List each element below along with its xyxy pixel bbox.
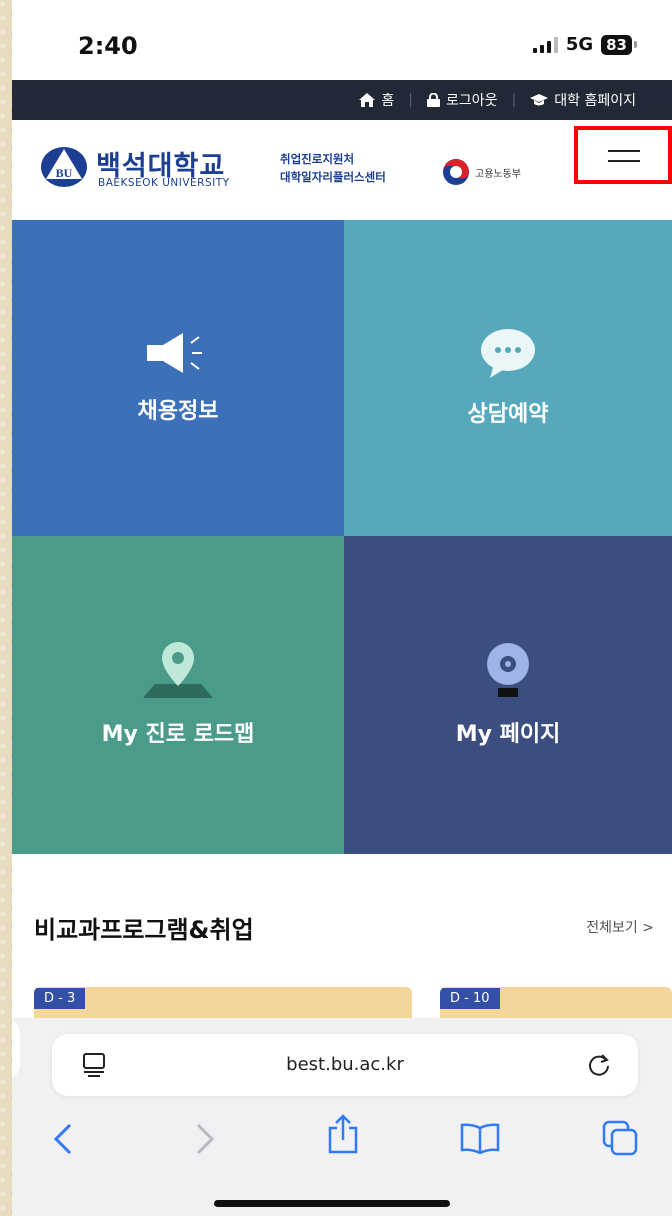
url-text: best.bu.ac.kr — [286, 1054, 404, 1075]
nav-divider: | — [511, 92, 517, 108]
megaphone-icon — [147, 333, 202, 373]
status-time: 2:40 — [78, 32, 138, 60]
home-indicator[interactable] — [214, 1200, 450, 1207]
tile-counseling-label: 상담예약 — [467, 402, 549, 427]
tile-career-roadmap[interactable]: My 진로 로드맵 — [12, 536, 344, 854]
center-name-line1: 취업진로지원처 — [280, 152, 355, 166]
dday-badge: D - 10 — [440, 988, 500, 1009]
lightbulb-gear-icon — [487, 643, 529, 697]
univ-home-link-label: 대학 홈페이지 — [554, 93, 636, 109]
browser-toolbar: best.bu.ac.kr — [12, 1018, 672, 1216]
center-name-line2: 대학일자리플러스센터 — [280, 170, 386, 184]
address-bar[interactable]: best.bu.ac.kr — [52, 1034, 638, 1096]
main-tiles: 채용정보 상담예약 My 진로 로드맵 My 페이지 — [12, 220, 672, 854]
graduation-cap-icon — [530, 93, 549, 105]
tabs-icon[interactable] — [602, 1120, 638, 1156]
site-header: BU 백석대학교 BAEKSEOK UNIVERSITY 취업진로지원처 대학일… — [12, 120, 672, 220]
status-indicators: 5G 83 — [532, 34, 637, 55]
tile-counseling[interactable]: 상담예약 — [344, 220, 672, 536]
map-pin-icon — [143, 642, 213, 698]
bookmarks-icon[interactable] — [460, 1122, 500, 1154]
battery-icon: 83 — [601, 34, 637, 55]
chat-bubble-icon — [481, 329, 535, 378]
univ-home-link[interactable]: 대학 홈페이지 — [530, 90, 636, 110]
utility-nav: 홈 | 로그아웃 | 대학 홈페이지 — [12, 80, 672, 120]
home-link[interactable]: 홈 — [359, 90, 394, 110]
ministry-logo: 고용노동부 — [442, 158, 521, 186]
tile-my-page[interactable]: My 페이지 — [344, 536, 672, 854]
taegeuk-icon — [443, 159, 469, 185]
status-bar: 2:40 5G 83 — [12, 0, 672, 80]
phone-screen: 2:40 5G 83 홈 | 로그아웃 | 대학 홈페이지 BU 백석대학교 B… — [12, 0, 672, 1216]
logout-link-label: 로그아웃 — [446, 93, 498, 109]
network-type: 5G — [565, 34, 594, 55]
reload-icon[interactable] — [586, 1052, 612, 1078]
center-name: 취업진로지원처 대학일자리플러스센터 — [280, 150, 386, 186]
tile-job-info-label: 채용정보 — [137, 399, 219, 424]
share-icon[interactable] — [326, 1114, 360, 1154]
section-title: 비교과프로그램&취업 — [34, 916, 254, 944]
tile-job-info[interactable]: 채용정보 — [12, 220, 344, 536]
logout-link[interactable]: 로그아웃 — [427, 90, 498, 110]
hamburger-menu-button[interactable] — [574, 126, 672, 184]
previous-tab-edge[interactable] — [12, 1018, 20, 1080]
home-icon — [359, 93, 376, 107]
menu-line — [608, 160, 640, 162]
back-arrow-icon[interactable] — [50, 1122, 76, 1156]
ministry-name: 고용노동부 — [475, 168, 521, 180]
nav-divider: | — [408, 92, 414, 108]
university-logo-icon[interactable]: BU — [40, 146, 88, 188]
dday-badge: D - 3 — [34, 988, 86, 1009]
logo-english: BAEKSEOK UNIVERSITY — [98, 177, 230, 189]
forward-arrow-icon[interactable] — [192, 1122, 218, 1156]
logo-badge-text: BU — [56, 166, 73, 180]
home-link-label: 홈 — [381, 93, 395, 109]
lock-icon — [427, 93, 441, 107]
see-all-link[interactable]: 전체보기 > — [586, 917, 654, 937]
menu-line — [608, 150, 640, 152]
signal-icon — [532, 36, 558, 53]
tile-my-page-label: My 페이지 — [455, 722, 561, 747]
tile-career-roadmap-label: My 진로 로드맵 — [101, 722, 255, 747]
